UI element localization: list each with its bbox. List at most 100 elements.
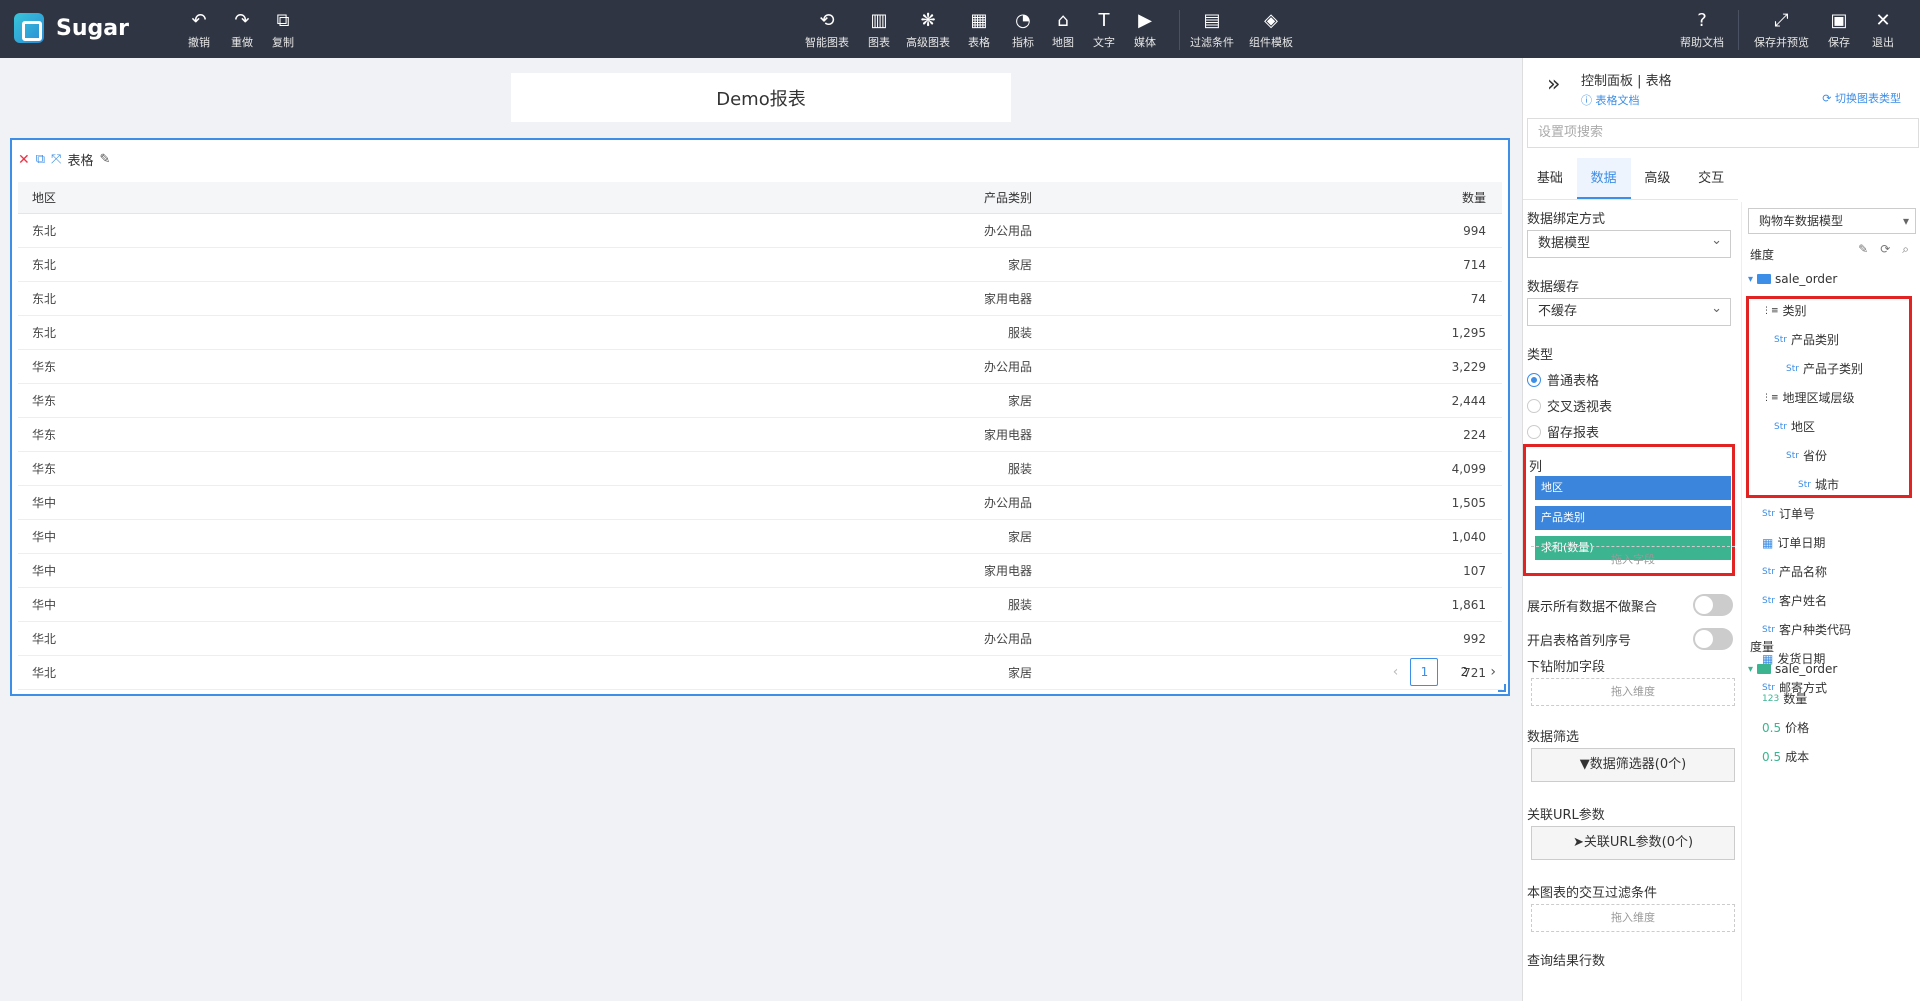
table-button[interactable]: ▦ 表格: [968, 10, 990, 50]
report-title[interactable]: Demo报表: [511, 73, 1011, 122]
filter-button[interactable]: ▤ 过滤条件: [1190, 10, 1234, 50]
dimension-label: 维度: [1750, 248, 1775, 262]
next-page-icon[interactable]: ›: [1490, 664, 1496, 680]
dimension-field[interactable]: ⋮≡ 类别: [1762, 302, 1807, 319]
measure-table-node[interactable]: ▾ sale_order: [1748, 662, 1837, 676]
column-header-category[interactable]: 产品类别: [618, 182, 1032, 213]
help-button[interactable]: ? 帮助文档: [1680, 10, 1724, 50]
undo-button[interactable]: ↶ 撤销: [188, 10, 210, 50]
table-row: 华中 服装 1,861: [18, 588, 1502, 622]
measure-field[interactable]: 0.5 成本: [1762, 748, 1809, 765]
dimension-field-label: 地区: [1790, 420, 1815, 434]
page-2-button[interactable]: 2: [1450, 658, 1478, 686]
cache-select[interactable]: 不缓存: [1527, 296, 1731, 326]
save-button[interactable]: ▣ 保存: [1828, 10, 1850, 50]
tab-basic[interactable]: 基础: [1523, 158, 1577, 199]
radio-normal-table[interactable]: 普通表格: [1527, 370, 1599, 389]
advanced-chart-button[interactable]: ❋ 高级图表: [906, 10, 950, 50]
dimension-field[interactable]: Str 产品类别: [1774, 331, 1839, 348]
radio-label: 交叉透视表: [1547, 400, 1613, 415]
edit-icon[interactable]: ✎: [99, 152, 110, 167]
smart-chart-button[interactable]: ⟲ 智能图表: [805, 10, 849, 50]
bar-chart-button[interactable]: ▥ 图表: [868, 10, 890, 50]
category-cell: 办公用品: [983, 360, 1032, 374]
table-widget[interactable]: ✕ ⧉ ⤧ 表格 ✎ 地区 产品类别 数量 东北 办公用品 994 东北 家居 714 东北…: [10, 138, 1510, 696]
show-all-toggle[interactable]: [1693, 594, 1733, 616]
measure-label: 度量: [1750, 640, 1775, 654]
search-icon[interactable]: ⌕: [1902, 242, 1909, 257]
table-row: 华北 家居 721: [18, 656, 1502, 690]
dimension-field[interactable]: ▦ 订单日期: [1762, 534, 1825, 551]
exit-button[interactable]: ✕ 退出: [1872, 10, 1894, 50]
region-cell: 华东: [32, 394, 57, 408]
duplicate-icon[interactable]: ⧉: [36, 152, 45, 167]
category-cell: 服装: [1007, 598, 1032, 612]
radio-dot: [1527, 424, 1541, 439]
row-number-toggle[interactable]: [1693, 628, 1733, 650]
dimension-field[interactable]: Str 地区: [1774, 418, 1815, 435]
page-1-button[interactable]: 1: [1410, 658, 1439, 686]
fullscreen-icon[interactable]: ⤧: [51, 152, 61, 167]
prev-page-icon[interactable]: ‹: [1393, 664, 1399, 680]
collapse-panel-icon[interactable]: »: [1547, 72, 1560, 97]
dimension-field[interactable]: ⋮≡ 地理区域层级: [1762, 389, 1855, 406]
tab-interaction[interactable]: 交互: [1684, 158, 1738, 199]
refresh-icon[interactable]: ⟳: [1880, 242, 1890, 257]
data-model-select[interactable]: 购物车数据模型: [1748, 208, 1916, 234]
gauge-button[interactable]: ◔ 指标: [1012, 10, 1034, 50]
redo-button[interactable]: ↷ 重做: [231, 10, 253, 50]
binding-select[interactable]: 数据模型: [1527, 228, 1731, 258]
measure-field[interactable]: 0.5 价格: [1762, 719, 1809, 736]
column-field-chip[interactable]: 地区: [1535, 476, 1731, 500]
panel-title: 控制面板 | 表格: [1581, 74, 1672, 89]
radio-retention-report[interactable]: 留存报表: [1527, 422, 1599, 441]
table-row: 东北 办公用品 994: [18, 214, 1502, 248]
map-button[interactable]: ⌂ 地图: [1052, 10, 1074, 50]
template-button[interactable]: ◈ 组件模板: [1249, 10, 1293, 50]
toolbar-label: 退出: [1872, 36, 1894, 49]
data-filter-button[interactable]: ▼数据筛选器(0个): [1531, 748, 1735, 782]
tab-advanced[interactable]: 高级: [1631, 158, 1685, 199]
dimension-field[interactable]: Str 客户种类代码: [1762, 621, 1851, 638]
resize-handle[interactable]: [1498, 684, 1506, 692]
dimension-field[interactable]: Str 订单号: [1762, 505, 1815, 522]
delete-icon[interactable]: ✕: [18, 152, 30, 168]
column-header-region[interactable]: 地区: [18, 182, 618, 213]
dimension-field-label: 订单号: [1778, 507, 1815, 521]
category-cell: 家居: [1007, 530, 1032, 544]
text-button[interactable]: T 文字: [1093, 10, 1115, 50]
dimension-field[interactable]: Str 城市: [1798, 476, 1839, 493]
save-preview-button[interactable]: ⤢ 保存并预览: [1754, 10, 1809, 50]
table-row: 华北 办公用品 992: [18, 622, 1502, 656]
toolbar-label: 表格: [968, 36, 990, 49]
dimension-field[interactable]: Str 客户姓名: [1762, 592, 1827, 609]
drop-field-zone[interactable]: 拖入字段: [1531, 546, 1735, 574]
dimension-table-node[interactable]: ▾ sale_order: [1748, 272, 1837, 286]
quantity-cell: 714: [1463, 258, 1486, 272]
radio-pivot-table[interactable]: 交叉透视表: [1527, 396, 1612, 415]
dimension-field[interactable]: Str 省份: [1786, 447, 1827, 464]
media-button[interactable]: ▶ 媒体: [1134, 10, 1156, 50]
region-cell: 东北: [32, 326, 57, 340]
category-cell: 家居: [1007, 666, 1032, 680]
measure-field-label: 成本: [1785, 750, 1810, 764]
url-param-button[interactable]: ➤关联URL参数(0个): [1531, 826, 1735, 860]
dimension-field[interactable]: Str 产品名称: [1762, 563, 1827, 580]
dimension-field-label: 省份: [1802, 449, 1827, 463]
app-name: Sugar: [56, 15, 129, 41]
filter-label: 数据筛选: [1527, 730, 1580, 745]
settings-search-input[interactable]: 设置项搜索: [1527, 118, 1919, 148]
edit-icon[interactable]: ✎: [1858, 242, 1868, 257]
tab-data[interactable]: 数据: [1576, 158, 1631, 199]
measure-field[interactable]: 123 数量: [1762, 690, 1807, 707]
table-row: 东北 服装 1,295: [18, 316, 1502, 350]
region-cell: 华北: [32, 632, 57, 646]
table-doc-link[interactable]: ⓘ 表格文档: [1581, 92, 1640, 108]
copy-button[interactable]: ⧉ 复制: [272, 10, 294, 50]
column-header-quantity[interactable]: 数量: [1032, 182, 1502, 213]
dimension-field[interactable]: Str 产品子类别: [1786, 360, 1863, 377]
switch-chart-type-link[interactable]: ⟳ 切换图表类型: [1822, 90, 1901, 106]
interaction-dropzone[interactable]: 拖入维度: [1531, 904, 1735, 932]
column-field-chip[interactable]: 产品类别: [1535, 506, 1731, 530]
drill-dropzone[interactable]: 拖入维度: [1531, 678, 1735, 706]
